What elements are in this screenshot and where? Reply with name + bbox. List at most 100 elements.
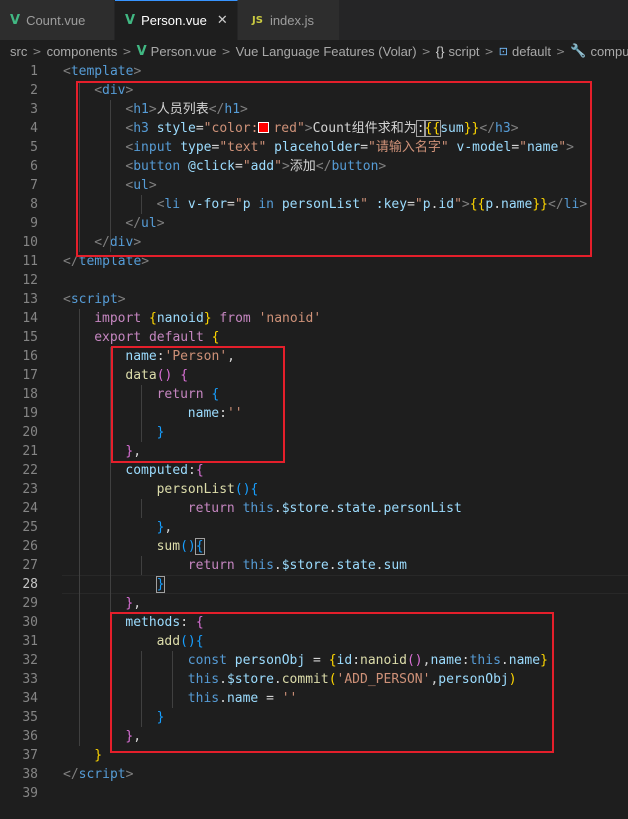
breadcrumb-item-computed[interactable]: compute bbox=[590, 44, 628, 59]
code-token: } bbox=[94, 748, 103, 763]
breadcrumb-item-components[interactable]: components bbox=[47, 44, 118, 59]
code-line[interactable]: 19 name:'' bbox=[0, 404, 628, 423]
code-line[interactable]: 38 </script> bbox=[0, 765, 628, 784]
code-editor[interactable]: 1 <template> 2 <div> 3 <h1>人员列表</h1> 4 <h3 styl… bbox=[0, 62, 628, 819]
code-text: sum(){ bbox=[157, 537, 205, 556]
line-number: 30 bbox=[22, 615, 38, 630]
code-token: . bbox=[375, 501, 384, 516]
code-line[interactable]: 13 <script> bbox=[0, 290, 628, 309]
code-line[interactable]: 17 data() { bbox=[0, 366, 628, 385]
code-token: personList bbox=[156, 482, 235, 497]
code-line[interactable]: 18 return { bbox=[0, 385, 628, 404]
code-token: script bbox=[78, 767, 126, 782]
code-token: } bbox=[203, 311, 212, 326]
code-token: . bbox=[273, 558, 282, 573]
code-text: export default { bbox=[94, 328, 219, 347]
line-number: 26 bbox=[22, 539, 38, 554]
vue-file-icon: V bbox=[10, 12, 21, 28]
code-token: } bbox=[155, 576, 166, 593]
code-line[interactable]: 21}, bbox=[0, 442, 628, 461]
line-number: 13 bbox=[22, 292, 38, 307]
line-number: 17 bbox=[22, 368, 38, 383]
line-number: 31 bbox=[22, 634, 38, 649]
chevron-right-icon: > bbox=[32, 44, 42, 58]
code-token: import bbox=[94, 311, 142, 326]
close-icon[interactable]: ✕ bbox=[217, 13, 228, 28]
chevron-right-icon: > bbox=[556, 44, 566, 58]
code-line[interactable]: 24 return this.$store.state.personList bbox=[0, 499, 628, 518]
code-token: sum bbox=[383, 558, 407, 573]
line-number: 10 bbox=[22, 235, 38, 250]
code-line[interactable]: 29}, bbox=[0, 594, 628, 613]
code-text: }, bbox=[125, 594, 141, 613]
code-line[interactable]: 16 name:'Person', bbox=[0, 347, 628, 366]
code-token: state bbox=[336, 501, 376, 516]
code-line[interactable]: 22 computed:{ bbox=[0, 461, 628, 480]
line-number: 39 bbox=[22, 786, 38, 801]
line-number: 15 bbox=[22, 330, 38, 345]
highlight-box-template bbox=[76, 81, 592, 257]
code-token: . bbox=[273, 501, 282, 516]
object-icon: ⊡ bbox=[498, 45, 508, 58]
vue-file-icon: V bbox=[125, 13, 136, 28]
code-line[interactable]: 23 personList(){ bbox=[0, 480, 628, 499]
code-token: () bbox=[180, 539, 196, 554]
code-line[interactable]: 15 export default { bbox=[0, 328, 628, 347]
code-line[interactable]: 12 bbox=[0, 271, 628, 290]
code-token: export bbox=[94, 330, 142, 345]
code-line[interactable]: 26 sum(){ bbox=[0, 537, 628, 556]
line-number: 35 bbox=[22, 710, 38, 725]
line-number: 9 bbox=[30, 216, 38, 231]
code-token: < bbox=[63, 64, 71, 79]
code-token: return bbox=[187, 501, 235, 516]
code-text: personList(){ bbox=[157, 480, 259, 499]
tab-person-vue[interactable]: V Person.vue ✕ bbox=[115, 0, 238, 40]
code-token: { bbox=[194, 538, 205, 555]
js-file-icon: JS bbox=[252, 14, 263, 26]
code-token: script bbox=[70, 292, 118, 307]
line-number: 22 bbox=[22, 463, 38, 478]
line-number: 18 bbox=[22, 387, 38, 402]
line-number: 7 bbox=[30, 178, 38, 193]
line-number: 27 bbox=[22, 558, 38, 573]
breadcrumb: src > components > V Person.vue > Vue La… bbox=[0, 40, 628, 62]
code-token: . bbox=[375, 558, 384, 573]
breadcrumb-item-file[interactable]: Person.vue bbox=[151, 44, 217, 59]
current-line-highlight bbox=[62, 575, 628, 594]
tab-index-js[interactable]: JS index.js bbox=[238, 0, 340, 40]
breadcrumb-item-default[interactable]: default bbox=[512, 44, 551, 59]
breadcrumb-item-src[interactable]: src bbox=[10, 44, 27, 59]
line-number: 1 bbox=[30, 64, 38, 79]
code-token: < bbox=[63, 292, 71, 307]
tab-label: Count.vue bbox=[26, 12, 86, 28]
code-line[interactable]: 28} bbox=[0, 575, 628, 594]
code-text: <template> bbox=[63, 62, 141, 81]
editor-tab-bar: V Count.vue V Person.vue ✕ JS index.js bbox=[0, 0, 628, 40]
code-line[interactable]: 14 import {nanoid} from 'nanoid' bbox=[0, 309, 628, 328]
line-number: 20 bbox=[22, 425, 38, 440]
code-line[interactable]: 25}, bbox=[0, 518, 628, 537]
code-token: () bbox=[234, 482, 251, 497]
line-number: 32 bbox=[22, 653, 38, 668]
code-line[interactable]: 1 <template> bbox=[0, 62, 628, 81]
highlight-box-methods bbox=[110, 612, 554, 753]
braces-icon: {} bbox=[435, 43, 445, 59]
code-line[interactable]: 20} bbox=[0, 423, 628, 442]
wrench-icon: 🔧 bbox=[570, 43, 587, 59]
code-token: default bbox=[148, 330, 204, 345]
code-line[interactable]: 39 bbox=[0, 784, 628, 803]
code-text: <script> bbox=[63, 290, 126, 309]
breadcrumb-item-language[interactable]: Vue Language Features (Volar) bbox=[236, 44, 417, 59]
code-token: template bbox=[70, 64, 134, 79]
breadcrumb-item-script[interactable]: script bbox=[448, 44, 479, 59]
tab-count-vue[interactable]: V Count.vue bbox=[0, 0, 115, 40]
indent-guide bbox=[141, 556, 142, 575]
code-token: 'nanoid' bbox=[258, 311, 322, 326]
code-line[interactable]: 27 return this.$store.state.sum bbox=[0, 556, 628, 575]
code-token: this bbox=[242, 558, 274, 573]
code-token: { bbox=[195, 463, 204, 478]
